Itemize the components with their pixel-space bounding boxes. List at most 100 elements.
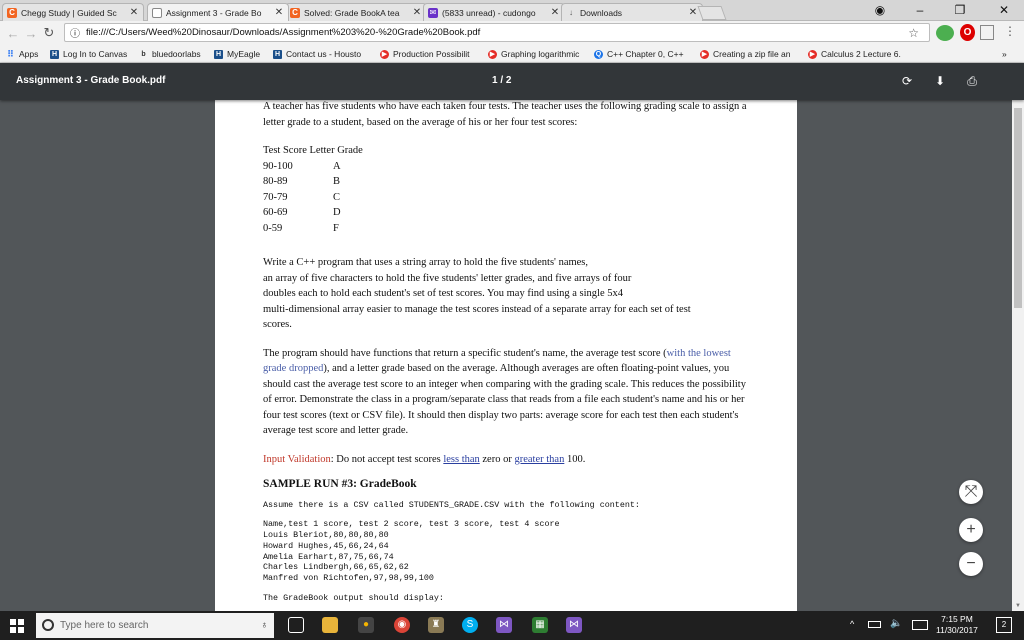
restore-button[interactable]: ❐ xyxy=(946,2,974,19)
extension-icon[interactable] xyxy=(936,25,954,41)
tab-chegg-study[interactable]: C Chegg Study | Guided Sc ✕ xyxy=(2,3,144,21)
tab-solved-gradebook[interactable]: C Solved: Grade BookA tea ✕ xyxy=(285,3,427,21)
file-explorer-icon[interactable] xyxy=(322,617,338,633)
system-clock[interactable]: 7:15 PM 11/30/2017 xyxy=(936,614,978,636)
zoom-in-button[interactable]: + xyxy=(959,518,983,542)
bookmark-label: Calculus 2 Lecture 6. xyxy=(821,49,901,59)
tab-strip: C Chegg Study | Guided Sc ✕ Assignment 3… xyxy=(0,0,1024,21)
tab-assignment-pdf[interactable]: Assignment 3 - Grade Bo ✕ xyxy=(147,3,289,21)
extension-box-icon[interactable] xyxy=(980,25,994,40)
pdf-viewer[interactable]: A teacher has five students who have eac… xyxy=(0,100,1012,611)
back-arrow-icon[interactable]: ← xyxy=(4,26,22,41)
notification-count: 2 xyxy=(1001,620,1007,629)
fit-page-button[interactable]: ⤧ xyxy=(959,480,983,504)
new-tab-button[interactable] xyxy=(697,6,727,20)
tray-up-arrow-icon[interactable]: ^ xyxy=(850,619,854,629)
bookmark-production-possibility[interactable]: ▶ Production Possibilit xyxy=(380,47,470,61)
bookmark-label: Log In to Canvas xyxy=(63,49,128,59)
search-placeholder: Type here to search xyxy=(60,620,149,631)
hcc-icon: H xyxy=(50,49,59,59)
letter-grade: F xyxy=(333,222,339,234)
youtube-icon: ▶ xyxy=(488,49,497,59)
pdf-toolbar: Assignment 3 - Grade Book.pdf 1 / 2 ⟳ ⬇ … xyxy=(0,63,1024,100)
bookmarks-bar: ⠿ Apps H Log In to Canvas b bluedoorlabs HM… xyxy=(0,45,1024,63)
download-icon[interactable]: ⬇ xyxy=(931,72,949,90)
tab-close-icon[interactable]: ✕ xyxy=(550,7,560,18)
taskbar-search-box[interactable]: Type here to search ♁ xyxy=(36,613,274,638)
tab-close-icon[interactable]: ✕ xyxy=(274,7,284,18)
tab-title: Solved: Grade BookA tea xyxy=(304,7,400,18)
tab-title: (5833 unread) - cudongo xyxy=(442,7,536,18)
chegg-icon: C xyxy=(7,7,17,18)
print-icon[interactable]: ⎙ xyxy=(963,72,981,90)
action-center-icon[interactable]: 2 xyxy=(996,617,1012,633)
text-span: zero or xyxy=(479,453,515,465)
visual-studio-icon[interactable]: ⋈ xyxy=(496,617,512,633)
visual-studio-icon[interactable]: ⋈ xyxy=(566,617,582,633)
user-profile-icon[interactable]: ◉ xyxy=(866,2,894,19)
tab-close-icon[interactable]: ✕ xyxy=(412,7,422,18)
battery-icon[interactable] xyxy=(868,621,881,628)
bookmark-myeagle[interactable]: H MyEagle xyxy=(214,47,260,61)
bookmark-apps[interactable]: ⠿ Apps xyxy=(6,47,38,61)
navigation-bar: ← → ↻ ⓘ file:///C:/Users/Weed%20Dinosaur… xyxy=(0,21,1024,45)
opera-icon[interactable]: O xyxy=(960,24,975,41)
bookmark-label: C++ Chapter 0, C++ xyxy=(607,49,684,59)
zoom-out-button[interactable]: − xyxy=(959,552,983,576)
bookmark-contact-us[interactable]: H Contact us - Housto xyxy=(273,47,361,61)
bookmark-zip-file[interactable]: ▶ Creating a zip file an xyxy=(700,47,791,61)
forward-arrow-icon[interactable]: → xyxy=(22,26,40,41)
csv-line: Name,test 1 score, test 2 score, test 3 … xyxy=(263,519,560,530)
bookmarks-overflow-button[interactable]: » xyxy=(1002,47,1007,61)
download-icon: ↓ xyxy=(569,7,573,17)
reload-icon[interactable]: ↻ xyxy=(40,25,58,41)
keyboard-icon[interactable] xyxy=(912,620,928,630)
score-range: 0-59 xyxy=(263,222,283,234)
paint-icon[interactable]: ● xyxy=(358,617,374,633)
star-icon[interactable]: ☆ xyxy=(908,26,919,40)
calendar-app-icon[interactable]: ▦ xyxy=(532,617,548,633)
app-icon[interactable]: ♜ xyxy=(428,617,444,633)
bookmark-canvas[interactable]: H Log In to Canvas xyxy=(50,47,127,61)
tab-title: Chegg Study | Guided Sc xyxy=(21,7,117,18)
tab-close-icon[interactable]: ✕ xyxy=(129,7,139,18)
rotate-icon[interactable]: ⟳ xyxy=(898,72,916,90)
csv-intro-line: Assume there is a CSV called STUDENTS_GR… xyxy=(263,499,640,510)
csv-line: Louis Bleriot,80,80,80,80 xyxy=(263,530,389,541)
bluedoor-icon: b xyxy=(141,50,146,58)
letter-grade: B xyxy=(333,176,341,187)
bookmark-graphing-logarithmic[interactable]: ▶ Graphing logarithmic xyxy=(488,47,579,61)
windows-start-icon[interactable] xyxy=(10,619,24,633)
grade-table-header: Test Score Letter Grade xyxy=(263,145,363,156)
task-view-icon[interactable] xyxy=(288,617,304,633)
bookmark-label: Graphing logarithmic xyxy=(501,49,580,59)
tab-close-icon[interactable]: ✕ xyxy=(688,7,698,18)
letter-grade: D xyxy=(333,207,341,218)
search-icon: Q xyxy=(594,49,603,59)
bookmark-bluedoorlabs[interactable]: b bluedoorlabs xyxy=(139,47,200,61)
pdf-page: A teacher has five students who have eac… xyxy=(215,100,797,611)
close-window-button[interactable]: ✕ xyxy=(990,2,1018,19)
scroll-down-arrow-icon[interactable]: ▼ xyxy=(1015,603,1021,609)
info-icon[interactable]: ⓘ xyxy=(70,25,80,40)
paragraph-line: Write a C++ program that uses a string a… xyxy=(263,257,589,268)
skype-icon[interactable]: S xyxy=(462,617,478,633)
bookmark-calculus[interactable]: ▶ Calculus 2 Lecture 6. xyxy=(808,47,901,61)
tab-downloads[interactable]: ↓ Downloads ✕ xyxy=(561,3,703,21)
address-bar[interactable]: ⓘ file:///C:/Users/Weed%20Dinosaur/Downl… xyxy=(64,23,930,42)
minimize-button[interactable]: – xyxy=(906,2,934,19)
bookmark-cpp-chapter[interactable]: Q C++ Chapter 0, C++ xyxy=(594,47,684,61)
clock-time: 7:15 PM xyxy=(941,614,973,624)
youtube-icon: ▶ xyxy=(808,49,817,59)
microphone-icon[interactable]: ♁ xyxy=(261,620,269,631)
chrome-icon[interactable]: ◉ xyxy=(394,617,410,633)
hcc-icon: H xyxy=(273,49,282,59)
csv-line: Manfred von Richtofen,97,98,99,100 xyxy=(263,573,434,584)
bookmark-label: Production Possibilit xyxy=(393,49,470,59)
volume-icon[interactable]: 🔈 xyxy=(890,618,902,629)
tab-mail[interactable]: ✉ (5833 unread) - cudongo ✕ xyxy=(423,3,565,21)
menu-dots-icon[interactable]: ⋮ xyxy=(1004,24,1016,38)
scroll-thumb[interactable] xyxy=(1014,108,1022,308)
vertical-scrollbar[interactable]: ▲ ▼ xyxy=(1012,63,1024,611)
score-range: 80-89 xyxy=(263,176,288,187)
